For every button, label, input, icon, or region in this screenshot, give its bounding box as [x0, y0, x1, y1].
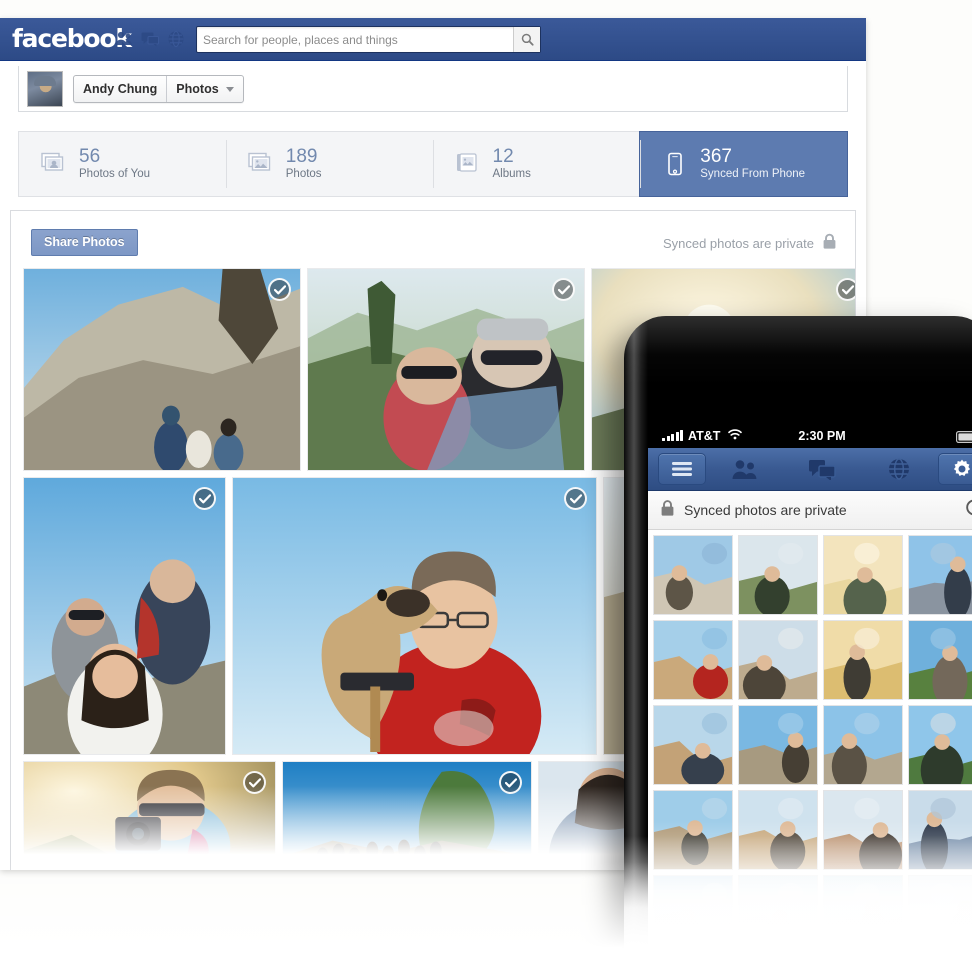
phone-photo-thumbnail[interactable]	[823, 535, 903, 615]
messages-icon[interactable]	[783, 458, 860, 480]
photo-cell[interactable]	[23, 268, 301, 471]
breadcrumb-item-name[interactable]: Andy Chung	[74, 76, 166, 102]
phone-photo-thumbnail[interactable]	[738, 705, 818, 785]
phone-photo-thumbnail[interactable]	[908, 790, 972, 870]
facebook-top-bar: facebook	[0, 18, 866, 61]
lock-icon	[822, 233, 837, 253]
privacy-note: Synced photos are private	[663, 233, 837, 253]
phone-photo-thumbnail[interactable]	[653, 790, 733, 870]
phone-icon	[662, 152, 688, 176]
search-button[interactable]	[513, 27, 540, 52]
stat-synced-from-phone[interactable]: 367 Synced From Phone	[639, 131, 848, 197]
albums-icon	[455, 152, 481, 176]
stat-photos[interactable]: 189 Photos	[225, 132, 433, 196]
globe-icon[interactable]	[166, 29, 186, 49]
photo-check-circle-icon[interactable]	[193, 487, 216, 510]
friends-icon[interactable]	[114, 29, 134, 49]
clock-label: 2:30 PM	[798, 429, 846, 443]
stat-count: 189	[285, 146, 318, 167]
photo-check-circle-icon[interactable]	[268, 278, 291, 301]
search-icon	[521, 33, 534, 46]
photo-cell[interactable]	[23, 477, 226, 755]
stat-photos-of-you[interactable]: 56 Photos of You	[19, 132, 226, 196]
photo-stats-tabs: 56 Photos of You 189 Photos 12 Albums 36…	[18, 131, 848, 197]
photo-cell[interactable]	[23, 761, 276, 870]
stat-count: 367	[700, 146, 732, 167]
messages-icon[interactable]	[140, 29, 160, 49]
phone-photo-thumbnail[interactable]	[738, 790, 818, 870]
phone-privacy-bar: Synced photos are private	[648, 491, 972, 530]
phone-photo-thumbnail[interactable]	[738, 875, 818, 955]
friends-icon[interactable]	[706, 458, 783, 480]
stat-label: Synced From Phone	[700, 168, 806, 180]
photo-check-circle-icon[interactable]	[243, 771, 266, 794]
search-input[interactable]	[197, 27, 507, 52]
phone-photo-thumbnail[interactable]	[823, 790, 903, 870]
refresh-icon[interactable]	[965, 497, 972, 523]
phone-photo-thumbnail[interactable]	[653, 535, 733, 615]
phone-photo-grid	[648, 530, 972, 956]
hamburger-menu-icon[interactable]	[658, 453, 706, 485]
photo-cell[interactable]	[232, 477, 597, 755]
phone-bezel-highlight	[624, 316, 972, 386]
breadcrumb: Andy Chung Photos	[73, 75, 244, 103]
chevron-down-icon	[225, 86, 234, 92]
stat-label: Albums	[492, 168, 531, 180]
breadcrumb-photos-label: Photos	[176, 82, 219, 96]
screenshot-stage: facebook Search for people, places and t…	[0, 0, 972, 972]
photo-check-circle-icon[interactable]	[836, 278, 855, 301]
breadcrumb-item-photos[interactable]: Photos	[166, 76, 242, 102]
phone-photo-thumbnail[interactable]	[653, 705, 733, 785]
photo-check-circle-icon[interactable]	[499, 771, 522, 794]
phone-photo-thumbnail[interactable]	[653, 620, 733, 700]
phone-photo-thumbnail[interactable]	[908, 535, 972, 615]
phone-photo-thumbnail[interactable]	[823, 875, 903, 955]
privacy-note-label: Synced photos are private	[662, 235, 814, 251]
stat-count: 56	[79, 146, 101, 167]
phone-photo-thumbnail[interactable]	[908, 705, 972, 785]
phone-photo-thumbnail[interactable]	[908, 620, 972, 700]
photo-check-circle-icon[interactable]	[564, 487, 587, 510]
photos-of-you-icon	[41, 152, 67, 176]
search-box[interactable]	[196, 26, 541, 53]
lock-icon	[660, 499, 675, 522]
iphone-mockup: AT&T 2:30 PM Synced photos are private	[624, 316, 972, 956]
phone-status-bar: AT&T 2:30 PM	[648, 426, 972, 448]
globe-icon[interactable]	[861, 457, 938, 481]
stat-albums[interactable]: 12 Albums	[432, 132, 640, 196]
phone-photo-thumbnail[interactable]	[738, 620, 818, 700]
phone-photo-thumbnail[interactable]	[823, 620, 903, 700]
photo-cell[interactable]	[282, 761, 532, 870]
stat-count: 12	[492, 146, 514, 167]
avatar[interactable]	[27, 71, 63, 107]
phone-privacy-label: Synced photos are private	[684, 502, 847, 518]
phone-photo-thumbnail[interactable]	[738, 535, 818, 615]
stat-label: Photos of You	[79, 168, 150, 180]
stat-label: Photos	[285, 168, 322, 180]
photo-check-circle-icon[interactable]	[552, 278, 575, 301]
profile-bar: Andy Chung Photos	[18, 66, 848, 112]
gear-icon[interactable]	[937, 453, 972, 485]
breadcrumb-name-label: Andy Chung	[83, 82, 158, 96]
phone-photo-thumbnail[interactable]	[908, 875, 972, 955]
phone-photo-thumbnail[interactable]	[653, 875, 733, 955]
share-photos-button[interactable]: Share Photos	[31, 229, 138, 256]
photo-cell[interactable]	[307, 268, 585, 471]
battery-icon	[956, 431, 972, 446]
facebook-logo[interactable]: facebook	[12, 24, 132, 54]
phone-screen: Synced photos are private	[648, 448, 972, 956]
phone-nav-bar	[648, 448, 972, 491]
photos-icon	[248, 152, 274, 176]
phone-photo-thumbnail[interactable]	[823, 705, 903, 785]
